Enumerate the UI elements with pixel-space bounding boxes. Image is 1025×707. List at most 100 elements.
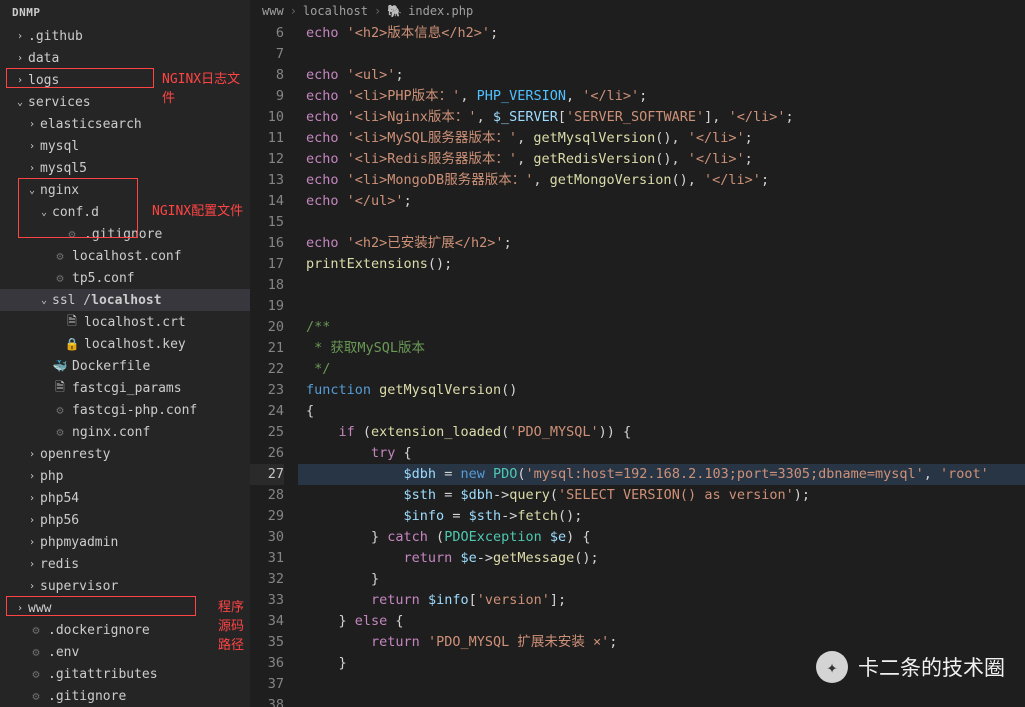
chevron-right-icon[interactable]: › xyxy=(24,138,40,154)
tree-folder[interactable]: ›openresty xyxy=(0,443,250,465)
chevron-right-icon[interactable]: › xyxy=(24,468,40,484)
tree-file[interactable]: ⚙.gitignore xyxy=(0,223,250,245)
code-line[interactable]: } catch (PDOException $e) { xyxy=(298,527,1025,548)
chevron-down-icon[interactable]: ⌄ xyxy=(12,94,28,110)
code-line[interactable]: echo '<li>PHP版本：', PHP_VERSION, '</li>'; xyxy=(298,86,1025,107)
code-line[interactable]: echo '<li>Nginx版本：', $_SERVER['SERVER_SO… xyxy=(298,107,1025,128)
code-line[interactable] xyxy=(298,44,1025,65)
code-line[interactable]: echo '<h2>版本信息</h2>'; xyxy=(298,23,1025,44)
breadcrumb-item[interactable]: localhost xyxy=(303,4,368,18)
tree-folder[interactable]: ⌄ssl / localhost xyxy=(0,289,250,311)
chevron-right-icon[interactable]: › xyxy=(12,600,28,616)
code-line[interactable]: echo '</ul>'; xyxy=(298,191,1025,212)
chevron-right-icon[interactable]: › xyxy=(24,490,40,506)
tree-folder[interactable]: ⌄nginx xyxy=(0,179,250,201)
chevron-right-icon[interactable]: › xyxy=(24,556,40,572)
code-line[interactable]: try { xyxy=(298,443,1025,464)
gear-icon: ⚙ xyxy=(28,688,44,704)
code-line[interactable]: echo '<h2>已安装扩展</h2>'; xyxy=(298,233,1025,254)
chevron-right-icon[interactable]: › xyxy=(12,50,28,66)
breadcrumb-item[interactable]: www xyxy=(262,4,284,18)
code-line[interactable]: */ xyxy=(298,359,1025,380)
tree-folder[interactable]: ›logs xyxy=(0,69,250,91)
tree-folder[interactable]: ›supervisor xyxy=(0,575,250,597)
code-line[interactable]: echo '<ul>'; xyxy=(298,65,1025,86)
tree-file[interactable]: ⚙localhost.conf xyxy=(0,245,250,267)
chevron-down-icon[interactable]: ⌄ xyxy=(36,292,52,308)
code-line[interactable] xyxy=(298,296,1025,317)
code-line[interactable]: printExtensions(); xyxy=(298,254,1025,275)
code-editor[interactable]: 6789101112131415161718192021222324252627… xyxy=(250,23,1025,707)
breadcrumb-item[interactable]: index.php xyxy=(408,4,473,18)
tree-folder[interactable]: ›data xyxy=(0,47,250,69)
line-number: 15 xyxy=(250,212,284,233)
tree-file[interactable]: ⚙ .dockerignore xyxy=(0,619,250,641)
tree-folder[interactable]: ›mysql xyxy=(0,135,250,157)
file-explorer-sidebar[interactable]: DNMP ›.github›data›logs⌄services›elastic… xyxy=(0,0,250,707)
tree-file[interactable]: ⚙.env xyxy=(0,641,250,663)
code-line[interactable] xyxy=(298,275,1025,296)
chevron-right-icon[interactable]: › xyxy=(24,534,40,550)
tree-file[interactable]: ⚙fastcgi-php.conf xyxy=(0,399,250,421)
line-number: 16 xyxy=(250,233,284,254)
chevron-right-icon[interactable]: › xyxy=(24,116,40,132)
code-content[interactable]: echo '<h2>版本信息</h2>';echo '<ul>';echo '<… xyxy=(298,23,1025,707)
code-line[interactable] xyxy=(298,212,1025,233)
tree-folder[interactable]: ›phpmyadmin xyxy=(0,531,250,553)
code-line[interactable]: } xyxy=(298,569,1025,590)
tree-item-label: .gitignore xyxy=(48,689,126,704)
tree-file[interactable]: 🔒localhost.key xyxy=(0,333,250,355)
doc-icon: 🗎 xyxy=(64,314,80,330)
code-line[interactable]: } else { xyxy=(298,611,1025,632)
code-line[interactable]: echo '<li>MySQL服务器版本：', getMysqlVersion(… xyxy=(298,128,1025,149)
tree-folder[interactable]: ›php56 xyxy=(0,509,250,531)
chevron-down-icon[interactable]: ⌄ xyxy=(36,204,52,220)
chevron-down-icon[interactable]: ⌄ xyxy=(24,182,40,198)
tree-file[interactable]: ⚙nginx.conf xyxy=(0,421,250,443)
chevron-right-icon[interactable]: › xyxy=(12,28,28,44)
tree-folder[interactable]: ›redis xyxy=(0,553,250,575)
tree-folder[interactable]: ›php54 xyxy=(0,487,250,509)
code-line[interactable]: $dbh = new PDO('mysql:host=192.168.2.103… xyxy=(298,464,1025,485)
tree-file[interactable]: ⚙.gitattributes xyxy=(0,663,250,685)
tree-folder[interactable]: ›elasticsearch xyxy=(0,113,250,135)
code-line[interactable]: return 'PDO_MYSQL 扩展未安装 ×'; xyxy=(298,632,1025,653)
tree-folder[interactable]: ⌄services xyxy=(0,91,250,113)
tree-item-label: .env xyxy=(48,645,79,660)
code-line[interactable]: return $info['version']; xyxy=(298,590,1025,611)
tree-folder[interactable]: ›php xyxy=(0,465,250,487)
gear-icon: ⚙ xyxy=(64,226,80,242)
code-line[interactable]: function getMysqlVersion() xyxy=(298,380,1025,401)
breadcrumb[interactable]: www › localhost › 🐘 index.php xyxy=(250,0,1025,23)
code-line[interactable]: $sth = $dbh->query('SELECT VERSION() as … xyxy=(298,485,1025,506)
code-line[interactable]: { xyxy=(298,401,1025,422)
tree-file[interactable]: 🗎localhost.crt xyxy=(0,311,250,333)
code-line[interactable]: /** xyxy=(298,317,1025,338)
chevron-right-icon[interactable]: › xyxy=(24,446,40,462)
tree-file[interactable]: 🐳Dockerfile xyxy=(0,355,250,377)
line-number: 21 xyxy=(250,338,284,359)
chevron-right-icon[interactable]: › xyxy=(24,578,40,594)
gear-icon: ⚙ xyxy=(52,270,68,286)
tree-file[interactable]: 🗎fastcgi_params xyxy=(0,377,250,399)
tree-item-label: fastcgi-php.conf xyxy=(72,403,197,418)
tree-folder[interactable]: ›www xyxy=(0,597,250,619)
tree-item-label: nginx.conf xyxy=(72,425,150,440)
tree-item-label: .dockerignore xyxy=(48,623,150,638)
tree-folder[interactable]: ›mysql5 xyxy=(0,157,250,179)
code-line[interactable]: echo '<li>Redis服务器版本：', getRedisVersion(… xyxy=(298,149,1025,170)
chevron-right-icon[interactable]: › xyxy=(24,512,40,528)
code-line[interactable]: return $e->getMessage(); xyxy=(298,548,1025,569)
code-line[interactable]: * 获取MySQL版本 xyxy=(298,338,1025,359)
code-line[interactable] xyxy=(298,695,1025,707)
chevron-right-icon[interactable]: › xyxy=(24,160,40,176)
code-line[interactable]: if (extension_loaded('PDO_MYSQL')) { xyxy=(298,422,1025,443)
tree-file[interactable]: ⚙tp5.conf xyxy=(0,267,250,289)
chevron-right-icon[interactable]: › xyxy=(12,72,28,88)
gear-icon: ⚙ xyxy=(28,622,44,638)
code-line[interactable]: echo '<li>MongoDB服务器版本：', getMongoVersio… xyxy=(298,170,1025,191)
code-line[interactable]: $info = $sth->fetch(); xyxy=(298,506,1025,527)
tree-folder[interactable]: ›.github xyxy=(0,25,250,47)
tree-folder[interactable]: ⌄conf.d xyxy=(0,201,250,223)
tree-file[interactable]: ⚙ .gitignore xyxy=(0,685,250,707)
